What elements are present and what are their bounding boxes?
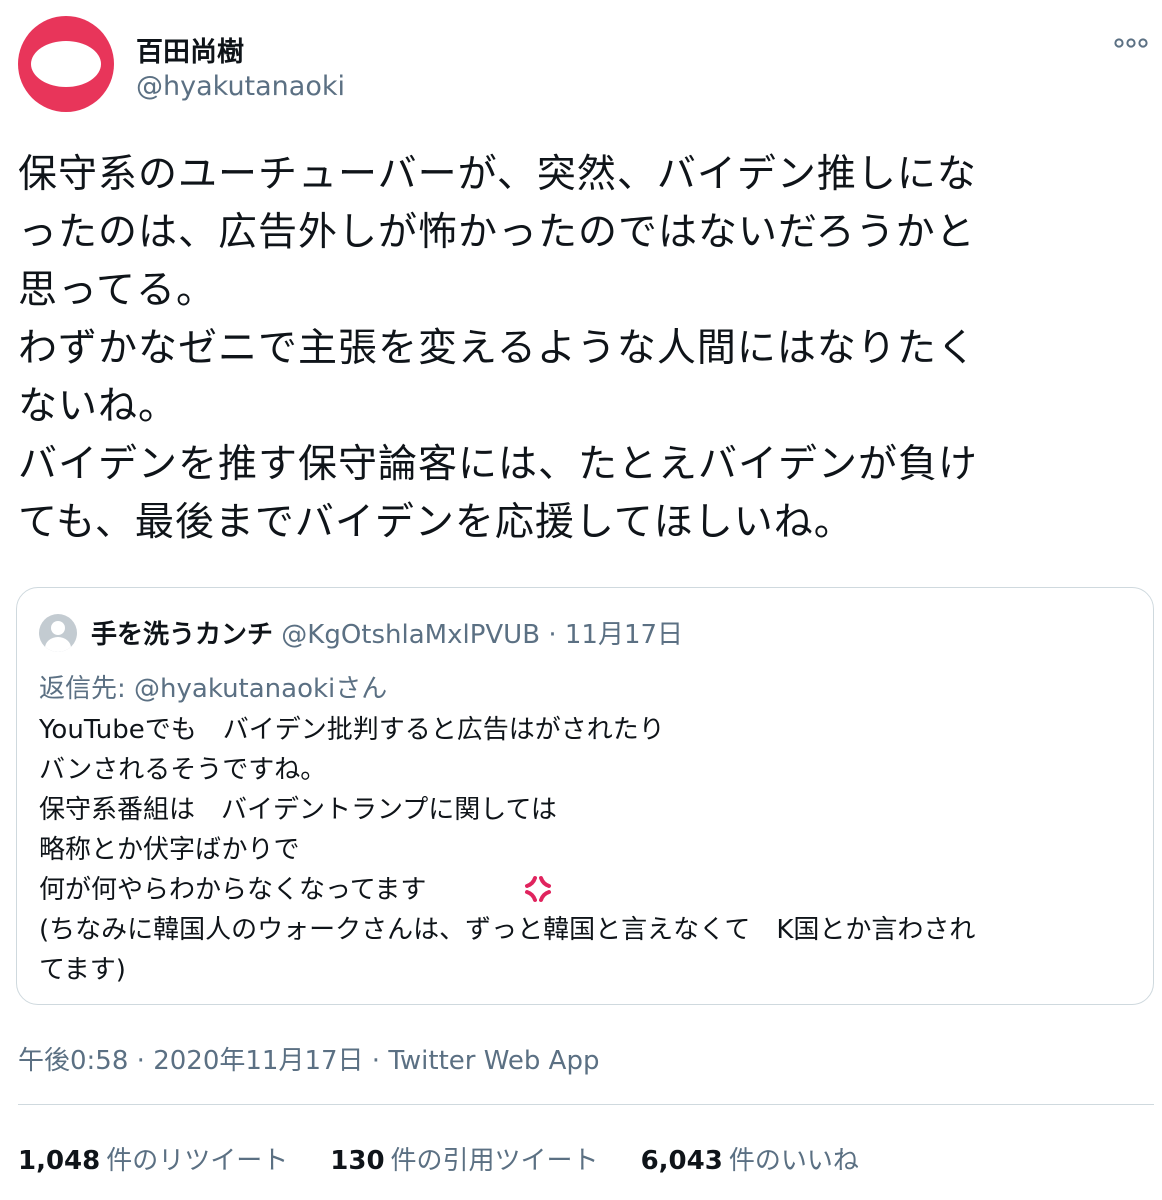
meta-separator: · — [371, 1046, 381, 1076]
divider — [18, 1104, 1154, 1105]
quoted-date[interactable]: 11月17日 — [565, 620, 683, 650]
quoted-tweet-header: 手を洗うカンチ @KgOtshlaMxlPVUB · 11月17日 — [91, 614, 683, 651]
tweet-text: 保守系のユーチューバーが、突然、バイデン推しにな ったのは、広告外しが怖かったの… — [18, 152, 979, 545]
tweet-meta: 午後0:58 · 2020年11月17日 · Twitter Web App — [18, 1040, 599, 1077]
tweet-time[interactable]: 午後0:58 — [18, 1046, 128, 1076]
likes-stat[interactable]: 6,043 件のいいね — [641, 1140, 859, 1177]
avatar-center — [31, 41, 101, 87]
likes-count: 6,043 — [640, 1146, 723, 1176]
quote-tweets-stat[interactable]: 130 件の引用ツイート — [330, 1140, 598, 1177]
quoted-author-name[interactable]: 手を洗うカンチ — [91, 620, 273, 650]
quotes-label: 件の引用ツイート — [390, 1146, 599, 1176]
more-horizontal-icon[interactable] — [1114, 30, 1148, 55]
retweets-stat[interactable]: 1,048 件のリツイート — [18, 1140, 288, 1177]
anger-symbol-icon — [521, 872, 555, 906]
quoted-author-handle[interactable]: @KgOtshlaMxlPVUB — [281, 620, 540, 650]
likes-label: 件のいいね — [728, 1146, 859, 1176]
author-display-name[interactable]: 百田尚樹 — [136, 30, 244, 69]
quoted-author-avatar[interactable] — [39, 614, 77, 652]
quoted-separator: · — [548, 620, 557, 650]
retweets-count: 1,048 — [18, 1146, 101, 1176]
author-handle[interactable]: @hyakutanaoki — [136, 71, 345, 102]
quoted-tweet-card[interactable]: 手を洗うカンチ @KgOtshlaMxlPVUB · 11月17日 返信先: @… — [16, 587, 1154, 1005]
tweet-stats: 1,048 件のリツイート 130 件の引用ツイート 6,043 件のいいね — [18, 1140, 859, 1177]
tweet-date[interactable]: 2020年11月17日 — [153, 1046, 363, 1076]
quoted-tweet-body: YouTubeでも バイデン批判すると広告はがされたり バンされるそうですね。 … — [39, 715, 976, 985]
author-avatar[interactable] — [18, 16, 114, 112]
retweets-label: 件のリツイート — [106, 1146, 289, 1176]
tweet-source-app[interactable]: Twitter Web App — [388, 1046, 599, 1076]
meta-separator: · — [136, 1046, 145, 1076]
default-avatar-body — [45, 637, 71, 652]
quotes-count: 130 — [330, 1146, 385, 1176]
default-avatar-head — [51, 621, 65, 635]
tweet-header: 百田尚樹 @hyakutanaoki — [18, 16, 1148, 116]
quoted-reply-to: 返信先: @hyakutanaokiさん — [39, 674, 388, 704]
